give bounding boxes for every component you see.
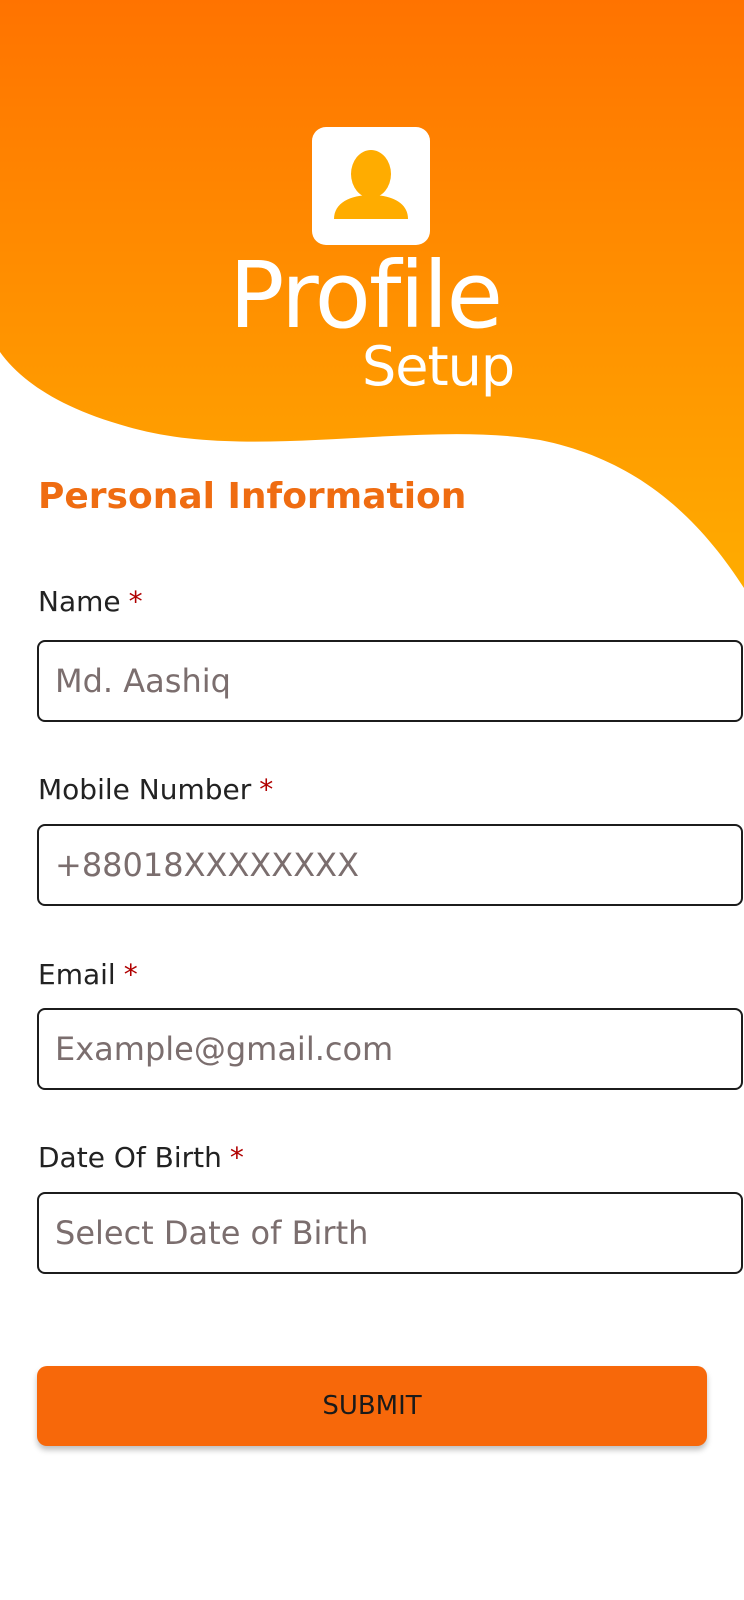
email-label: Email *: [38, 955, 138, 995]
mobile-number-label-text: Mobile Number: [38, 773, 252, 806]
mobile-number-label: Mobile Number *: [38, 770, 273, 810]
required-marker: *: [128, 585, 143, 618]
profile-setup-screen: Profile Setup Personal Information Name *…: [0, 0, 744, 1600]
name-label-text: Name: [38, 585, 121, 618]
brand-subtitle: Setup: [362, 335, 515, 398]
date-of-birth-input[interactable]: [39, 1194, 741, 1272]
required-marker: *: [229, 1141, 244, 1174]
name-field[interactable]: [37, 640, 743, 722]
email-input[interactable]: [39, 1010, 741, 1088]
email-field[interactable]: [37, 1008, 743, 1090]
mobile-number-field[interactable]: [37, 824, 743, 906]
required-marker: *: [123, 958, 138, 991]
app-logo: Profile Setup: [0, 0, 744, 420]
date-of-birth-field[interactable]: [37, 1192, 743, 1274]
submit-button[interactable]: SUBMIT: [37, 1366, 707, 1446]
date-of-birth-label-text: Date Of Birth: [38, 1141, 222, 1174]
name-input[interactable]: [39, 642, 741, 720]
required-marker: *: [259, 773, 274, 806]
section-title: Personal Information: [38, 476, 467, 517]
mobile-number-input[interactable]: [39, 826, 741, 904]
email-label-text: Email: [38, 958, 116, 991]
user-avatar-icon: [312, 127, 430, 245]
date-of-birth-label: Date Of Birth *: [38, 1138, 244, 1178]
brand-title: Profile: [229, 242, 503, 349]
name-label: Name *: [38, 582, 143, 622]
